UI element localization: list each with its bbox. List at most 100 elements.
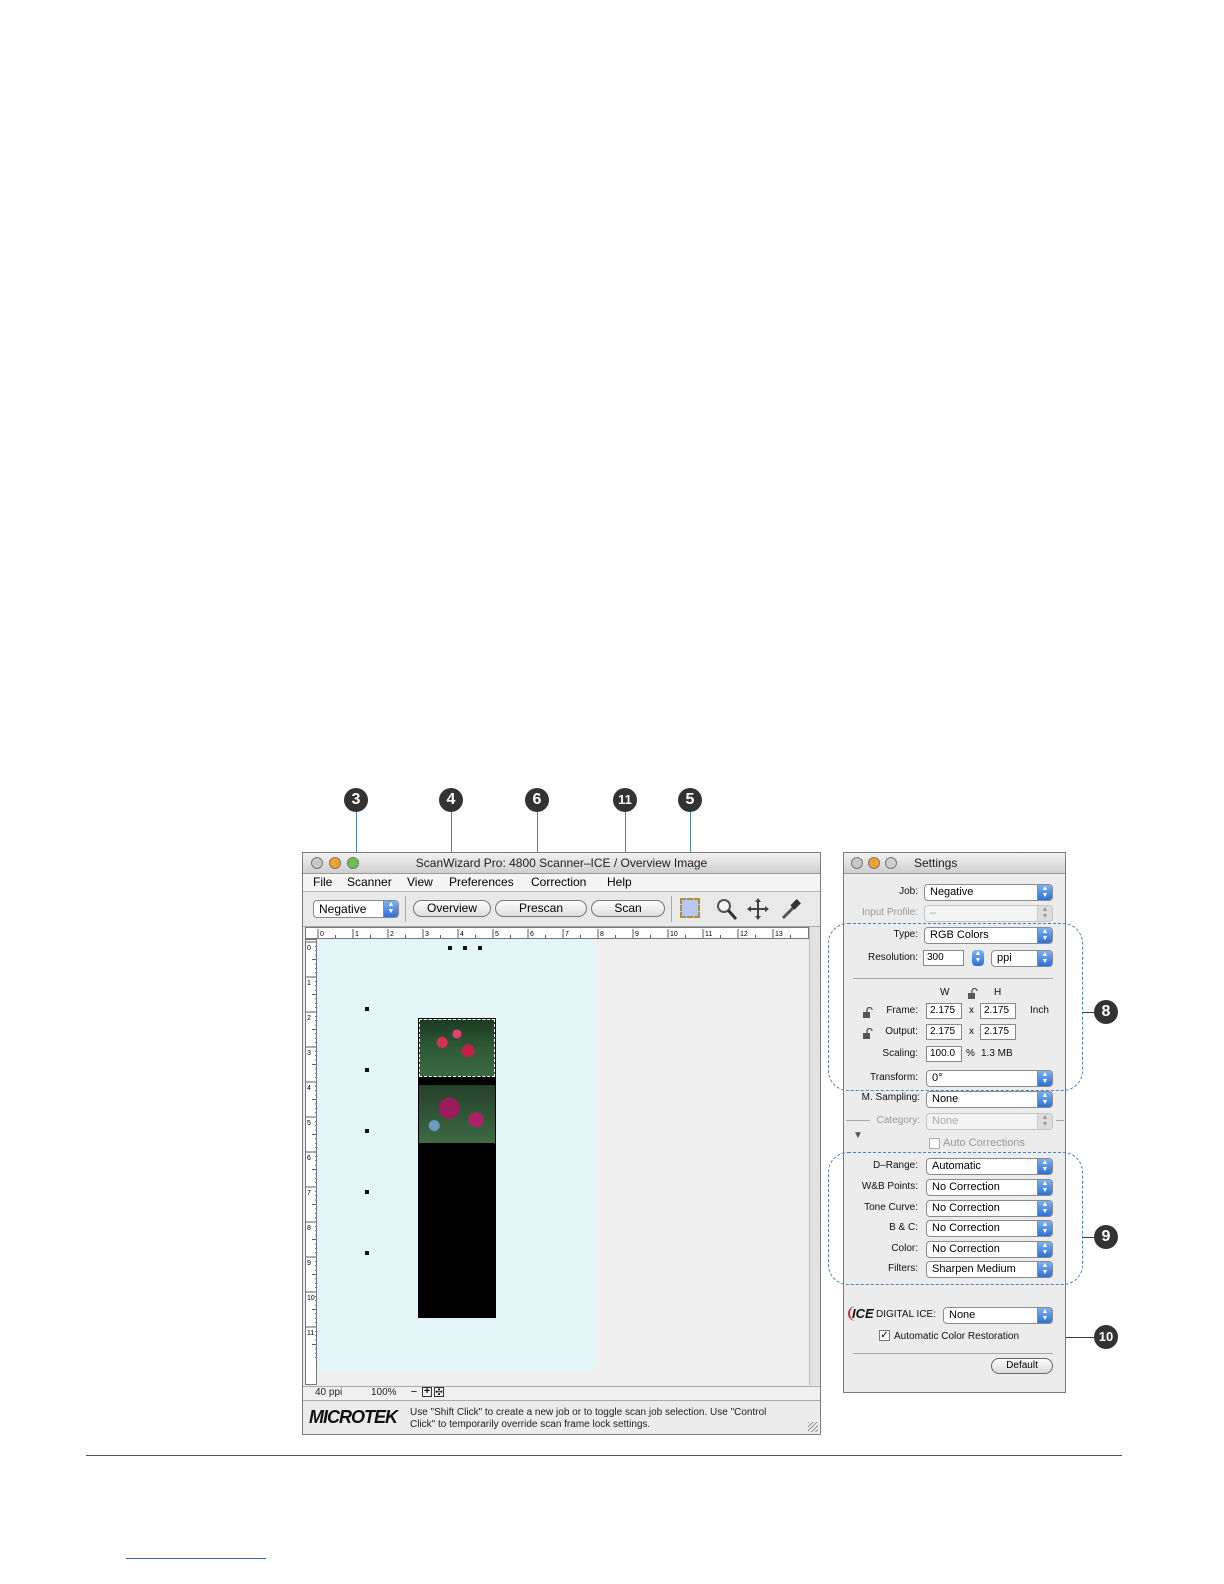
digital-ice-select[interactable]: None ▲ ▼ [943, 1307, 1053, 1324]
help-text-line-1: Use "Shift Click" to create a new job or… [410, 1407, 767, 1418]
frame-height-input[interactable]: 2.175 [980, 1003, 1016, 1019]
auto-corrections-checkbox[interactable] [929, 1138, 940, 1149]
color-select[interactable]: No Correction ▲ ▼ [926, 1241, 1053, 1258]
page-footer-link-rule [126, 1558, 266, 1559]
ruler-left-ticks: 0 1 2 3 4 5 6 7 8 9 10 11 [306, 941, 316, 1359]
main-titlebar[interactable]: ScanWizard Pro: 4800 Scanner–ICE / Overv… [303, 853, 820, 874]
frame-times-sign: x [969, 1005, 974, 1016]
menu-file[interactable]: File [313, 875, 332, 889]
acr-label: Automatic Color Restoration [894, 1331, 1020, 1342]
resolution-input[interactable]: 300 [923, 950, 964, 966]
resolution-stepper[interactable]: ▲ ▼ [972, 950, 984, 966]
file-size-readout: 1.3 MB [981, 1048, 1013, 1059]
output-times-sign: x [969, 1026, 974, 1037]
tone-curve-value: No Correction [932, 1202, 1000, 1214]
menu-bar: File Scanner View Preferences Correction… [303, 874, 820, 892]
callout-3: 3 [344, 788, 368, 812]
prescan-button[interactable]: Prescan [495, 900, 587, 917]
output-width-input[interactable]: 2.175 [926, 1024, 962, 1040]
vertical-scrollbar[interactable] [809, 927, 820, 1385]
ice-logo: ICE [848, 1306, 874, 1321]
transform-select[interactable]: 0° ▲ ▼ [926, 1070, 1053, 1087]
ruler-top-label: 1 [355, 931, 359, 938]
scaling-input[interactable]: 100.0 [926, 1046, 962, 1062]
callout-9-line [1082, 1237, 1094, 1238]
callout-4: 4 [439, 788, 463, 812]
resize-grip-icon[interactable] [808, 1422, 818, 1432]
color-value: No Correction [932, 1243, 1000, 1255]
unit-label: Inch [1030, 1005, 1049, 1016]
selection-tool-icon[interactable] [680, 898, 700, 918]
zoom-in-icon[interactable]: + [422, 1387, 432, 1397]
output-lock-icon[interactable] [862, 1026, 873, 1039]
settings-minimize-button[interactable] [868, 857, 880, 869]
job-type-select[interactable]: Negative ▲ ▼ [313, 900, 399, 918]
film-frame-image-2[interactable] [419, 1085, 495, 1143]
category-select[interactable]: None ▲ ▼ [926, 1113, 1053, 1130]
output-height-input[interactable]: 2.175 [980, 1024, 1016, 1040]
ruler-top-label: 10 [670, 931, 678, 938]
separator [853, 1353, 1053, 1354]
callout-11: 11 [613, 788, 637, 812]
resolution-unit-select[interactable]: ppi ▲ ▼ [991, 950, 1053, 967]
frame-marker [365, 1190, 369, 1194]
ruler-left-label: 10 [307, 1295, 315, 1302]
input-profile-select[interactable]: – ▲ ▼ [924, 905, 1053, 922]
ruler-left-label: 2 [307, 1015, 311, 1022]
settings-close-button[interactable] [851, 857, 863, 869]
move-tool-icon[interactable] [746, 897, 770, 921]
scan-button[interactable]: Scan [591, 900, 665, 917]
wb-points-select[interactable]: No Correction ▲ ▼ [926, 1179, 1053, 1196]
proportion-lock-icon[interactable] [967, 986, 978, 999]
scanwizard-window: ScanWizard Pro: 4800 Scanner–ICE / Overv… [302, 852, 821, 1435]
msampling-select[interactable]: None ▲ ▼ [926, 1091, 1053, 1108]
magnifier-tool-icon[interactable] [715, 897, 739, 921]
digital-ice-label: DIGITAL ICE: [876, 1309, 937, 1320]
menu-scanner[interactable]: Scanner [347, 875, 392, 889]
overview-button[interactable]: Overview [413, 900, 491, 917]
tone-curve-select[interactable]: No Correction ▲ ▼ [926, 1200, 1053, 1217]
film-frame-image-1[interactable] [419, 1019, 495, 1077]
wb-points-label: W&B Points: [861, 1181, 918, 1192]
type-label: Type: [893, 929, 918, 940]
ruler-top-label: 9 [635, 931, 639, 938]
fit-view-icon[interactable]: ✣ [434, 1387, 444, 1397]
menu-preferences[interactable]: Preferences [449, 875, 514, 889]
updown-arrow-icon: ▲ ▼ [1037, 1242, 1052, 1257]
updown-arrow-icon: ▲ ▼ [1037, 1071, 1052, 1086]
filters-select[interactable]: Sharpen Medium ▲ ▼ [926, 1261, 1053, 1278]
settings-titlebar[interactable]: Settings [844, 853, 1065, 874]
type-select[interactable]: RGB Colors ▲ ▼ [924, 927, 1053, 944]
menu-help[interactable]: Help [607, 875, 632, 889]
updown-arrow-icon: ▲ ▼ [1037, 1092, 1052, 1107]
bc-select[interactable]: No Correction ▲ ▼ [926, 1220, 1053, 1237]
callout-10: 10 [1094, 1325, 1118, 1349]
default-button[interactable]: Default [991, 1358, 1053, 1374]
menu-view[interactable]: View [407, 875, 433, 889]
updown-arrow-icon: ▲ ▼ [1037, 1262, 1052, 1277]
ruler-top-label: 8 [600, 931, 604, 938]
job-type-value: Negative [319, 902, 367, 916]
zoom-out-icon[interactable]: − [409, 1387, 419, 1398]
microtek-logo: MICROTEK [309, 1407, 398, 1427]
filters-label: Filters: [888, 1263, 918, 1274]
frame-marker [478, 946, 482, 950]
ruler-top-label: 4 [460, 931, 464, 938]
callout-8: 8 [1094, 1000, 1118, 1024]
acr-checkbox[interactable]: ✓ [879, 1330, 890, 1341]
eyedropper-tool-icon[interactable] [779, 897, 803, 921]
ruler-top-label: 2 [390, 931, 394, 938]
settings-job-select[interactable]: Negative ▲ ▼ [924, 884, 1053, 901]
output-label: Output: [885, 1026, 918, 1037]
drange-select[interactable]: Automatic ▲ ▼ [926, 1158, 1053, 1175]
zoom-readout: 100% [371, 1387, 397, 1398]
ruler-left-label: 6 [307, 1155, 311, 1162]
menu-correction[interactable]: Correction [531, 875, 586, 889]
frame-lock-icon[interactable] [862, 1005, 873, 1018]
frame-width-input[interactable]: 2.175 [926, 1003, 962, 1019]
updown-arrow-icon: ▲ ▼ [1037, 906, 1052, 921]
disclosure-triangle-icon[interactable]: ▼ [853, 1130, 863, 1141]
settings-zoom-button[interactable] [885, 857, 897, 869]
separator [1056, 1120, 1064, 1121]
ruler-top-label: 13 [775, 931, 783, 938]
